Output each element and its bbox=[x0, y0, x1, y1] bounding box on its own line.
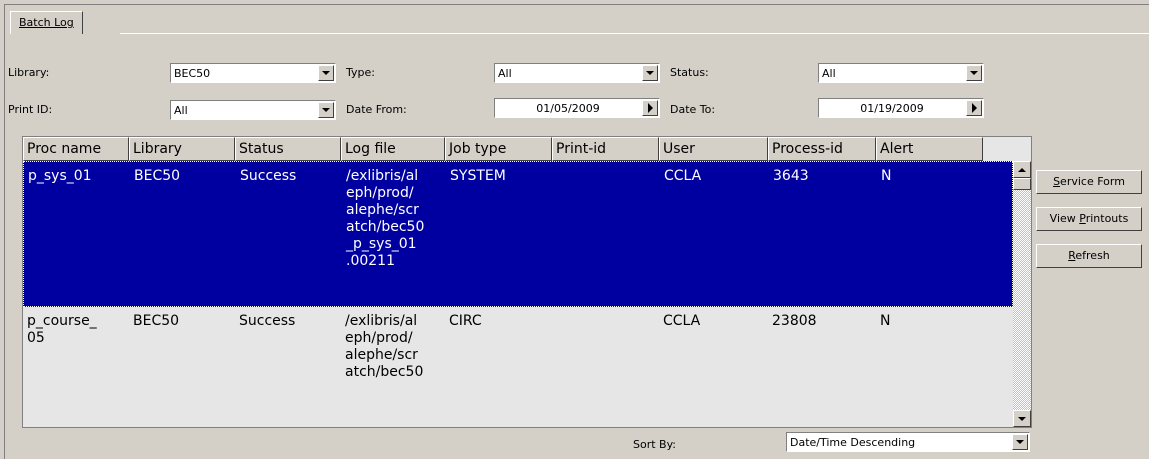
column-header[interactable]: Log file bbox=[341, 137, 445, 161]
table-body: p_sys_01 BEC50 Success/exlibris/al eph/pro… bbox=[23, 161, 1013, 427]
date-from-field[interactable]: 01/05/2009 bbox=[494, 98, 660, 118]
table-cell: p_course_ 05 bbox=[27, 313, 97, 346]
table-cell bbox=[553, 162, 660, 306]
chevron-down-icon[interactable] bbox=[966, 65, 982, 81]
table-cell: CCLA bbox=[663, 313, 701, 329]
table-cell: SYSTEM bbox=[450, 168, 506, 184]
refresh-button[interactable]: Refresh bbox=[1036, 244, 1142, 268]
date-to-field[interactable]: 01/19/2009 bbox=[818, 98, 984, 118]
status-select[interactable]: All bbox=[818, 63, 984, 83]
date-from-value[interactable]: 01/05/2009 bbox=[495, 102, 641, 115]
print-id-select[interactable]: All bbox=[170, 100, 336, 120]
scroll-up-button[interactable] bbox=[1013, 161, 1031, 178]
status-label: Status: bbox=[670, 66, 709, 79]
table-cell: 23808 bbox=[772, 313, 817, 329]
table-cell: Success bbox=[240, 168, 297, 184]
print-id-select-value: All bbox=[174, 104, 188, 117]
column-header[interactable]: Print-id bbox=[552, 137, 659, 161]
column-header[interactable]: Process-id bbox=[768, 137, 876, 161]
table-cell: N bbox=[881, 168, 892, 184]
vertical-scrollbar[interactable] bbox=[1013, 161, 1031, 427]
column-header[interactable]: User bbox=[659, 137, 768, 161]
chevron-down-icon[interactable] bbox=[642, 65, 658, 81]
tab-batch-log-label: Batch Log bbox=[19, 16, 74, 29]
type-select-value: All bbox=[498, 67, 512, 80]
table-cell: /exlibris/al eph/prod/ alephe/scr atch/b… bbox=[345, 313, 424, 380]
sort-by-select-value: Date/Time Descending bbox=[790, 436, 916, 449]
table-header: Proc name Library Status Log file Job type Pr… bbox=[23, 137, 983, 161]
column-header[interactable]: Proc name bbox=[23, 137, 129, 161]
table-cell: CIRC bbox=[449, 313, 482, 329]
table-cell: CCLA bbox=[664, 168, 702, 184]
batch-log-table: Proc name Library Status Log file Job type Pr… bbox=[22, 136, 1032, 428]
column-header[interactable]: Library bbox=[129, 137, 235, 161]
table-cell: BEC50 bbox=[134, 168, 181, 184]
service-form-button[interactable]: Service Form bbox=[1036, 170, 1142, 194]
view-printouts-button[interactable]: View Printouts bbox=[1036, 207, 1142, 231]
date-to-value[interactable]: 01/19/2009 bbox=[819, 102, 965, 115]
table-row[interactable]: p_sys_01 BEC50 Success/exlibris/al eph/pro… bbox=[23, 161, 1013, 307]
chevron-up-icon bbox=[1018, 167, 1026, 172]
library-select[interactable]: BEC50 bbox=[170, 63, 336, 83]
library-select-value: BEC50 bbox=[174, 67, 211, 80]
print-id-label: Print ID: bbox=[8, 103, 53, 116]
library-label: Library: bbox=[8, 66, 50, 79]
sort-by-label: Sort By: bbox=[633, 438, 677, 451]
table-cell: BEC50 bbox=[133, 313, 180, 329]
date-to-label: Date To: bbox=[670, 103, 716, 116]
column-header[interactable]: Status bbox=[235, 137, 341, 161]
table-cell: N bbox=[880, 313, 891, 329]
type-label: Type: bbox=[346, 66, 375, 79]
table-row[interactable]: p_course_ 05 BEC50 Success/exlibris/al eph… bbox=[23, 307, 1013, 407]
scroll-down-button[interactable] bbox=[1013, 410, 1031, 427]
tab-batch-log[interactable]: Batch Log bbox=[10, 11, 83, 34]
column-header[interactable]: Alert bbox=[876, 137, 983, 161]
table-cell: p_sys_01 bbox=[28, 168, 92, 184]
chevron-down-icon bbox=[1018, 416, 1026, 421]
chevron-down-icon[interactable] bbox=[318, 102, 334, 118]
scroll-thumb[interactable] bbox=[1013, 178, 1031, 190]
date-from-label: Date From: bbox=[346, 103, 407, 116]
sort-by-select[interactable]: Date/Time Descending bbox=[786, 432, 1030, 452]
table-cell bbox=[552, 307, 659, 407]
status-select-value: All bbox=[822, 67, 836, 80]
table-cell: /exlibris/al eph/prod/ alephe/scr atch/b… bbox=[346, 168, 425, 269]
tab-bar: Batch Log bbox=[5, 5, 1149, 35]
chevron-down-icon[interactable] bbox=[1012, 434, 1028, 450]
column-header[interactable]: Job type bbox=[445, 137, 552, 161]
calendar-arrow-icon[interactable] bbox=[642, 100, 658, 116]
chevron-down-icon[interactable] bbox=[318, 65, 334, 81]
calendar-arrow-icon[interactable] bbox=[966, 100, 982, 116]
tab-divider bbox=[120, 33, 1149, 34]
table-cell: Success bbox=[239, 313, 296, 329]
type-select[interactable]: All bbox=[494, 63, 660, 83]
table-cell: 3643 bbox=[773, 168, 809, 184]
